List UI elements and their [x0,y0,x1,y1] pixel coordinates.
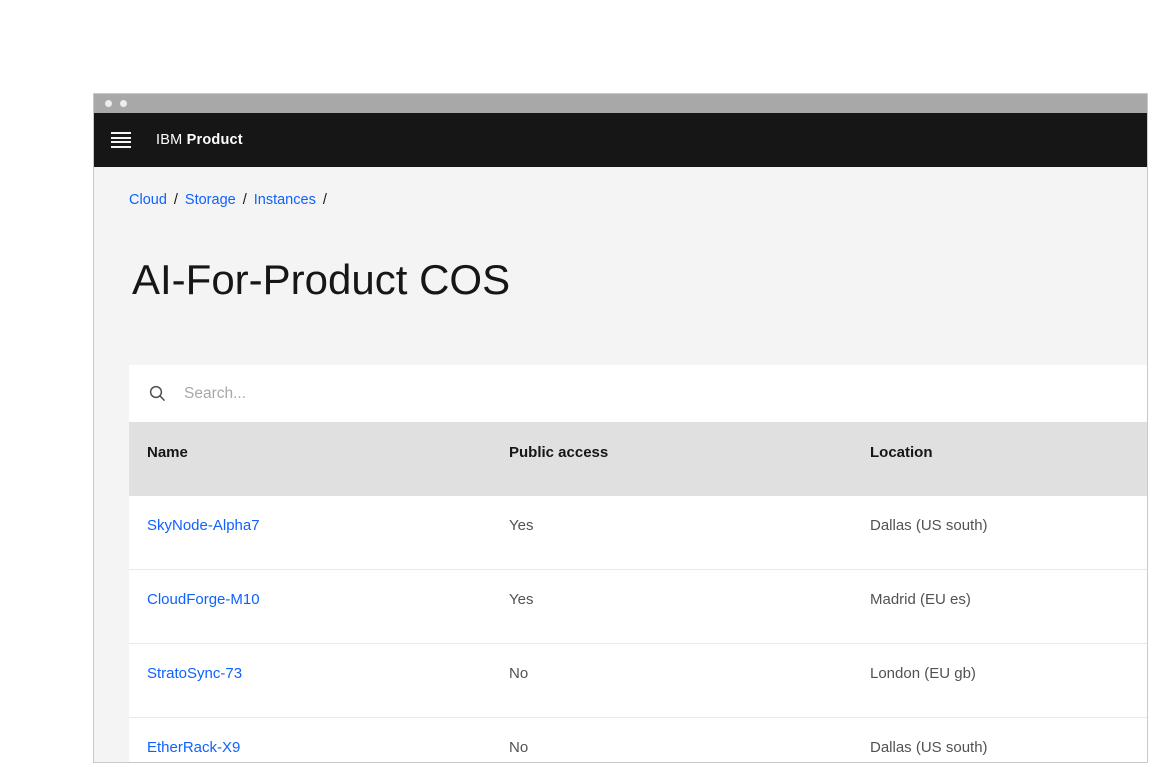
hamburger-menu-icon [111,141,131,144]
hamburger-menu-icon [111,136,131,139]
app-brand[interactable]: IBM Product [156,132,243,148]
app-header: IBM Product [94,113,1147,167]
screenshot-background: IBM Product Cloud / Storage / Instances / AI-… [0,0,1152,767]
table-header-row: Name Public access Location [129,422,1147,496]
cell-name: SkyNode-Alpha7 [129,496,491,569]
cell-location: Madrid (EU es) [870,591,971,608]
cell-name: StratoSync-73 [129,644,491,717]
cell-name: EtherRack-X9 [129,718,491,762]
cell-public-access: Yes [509,517,534,534]
cell-public-access: Yes [509,591,534,608]
instance-link[interactable]: StratoSync-73 [147,665,242,682]
instance-link[interactable]: EtherRack-X9 [147,739,240,756]
cell-location: Dallas (US south) [870,517,988,534]
breadcrumb-link-storage[interactable]: Storage [185,192,236,208]
cell-location: London (EU gb) [870,665,976,682]
breadcrumb-link-instances[interactable]: Instances [254,192,316,208]
data-table: Name Public access Location SkyNode-Alpha7… [129,365,1147,762]
cell-name: CloudForge-M10 [129,570,491,643]
cell-location: Dallas (US south) [870,739,988,756]
table-body: SkyNode-Alpha7 Yes Dallas (US south) CloudF… [129,496,1147,762]
window-dot[interactable] [120,100,127,107]
column-header-location: Location [870,444,933,461]
breadcrumb-separator: / [322,192,327,208]
table-row: EtherRack-X9 No Dallas (US south) [129,718,1147,762]
table-row: SkyNode-Alpha7 Yes Dallas (US south) [129,496,1147,570]
table-toolbar [129,365,1147,422]
cell-public-access: No [509,739,529,756]
hamburger-menu-icon [111,132,131,134]
brand-prefix: IBM [156,132,183,148]
cell-public-access: No [509,665,529,682]
breadcrumb: Cloud / Storage / Instances / [129,191,1147,209]
column-header-name: Name [147,444,188,461]
breadcrumb-separator: / [173,192,178,208]
window-dot[interactable] [105,100,112,107]
search-icon [149,385,166,402]
brand-name: Product [186,132,243,148]
hamburger-menu-icon [111,145,131,148]
table-row: StratoSync-73 No London (EU gb) [129,644,1147,718]
page-title: AI-For-Product COS [132,256,511,303]
breadcrumb-separator: / [242,192,247,208]
window-titlebar [94,94,1147,113]
instance-link[interactable]: SkyNode-Alpha7 [147,517,260,534]
menu-button[interactable] [111,132,131,148]
browser-window: IBM Product Cloud / Storage / Instances / AI-… [93,93,1148,763]
breadcrumb-link-cloud[interactable]: Cloud [129,192,167,208]
page-content: Cloud / Storage / Instances / AI-For-Product … [94,167,1147,762]
search-input[interactable] [184,384,984,403]
instance-link[interactable]: CloudForge-M10 [147,591,260,608]
table-row: CloudForge-M10 Yes Madrid (EU es) [129,570,1147,644]
column-header-public-access: Public access [509,444,609,461]
